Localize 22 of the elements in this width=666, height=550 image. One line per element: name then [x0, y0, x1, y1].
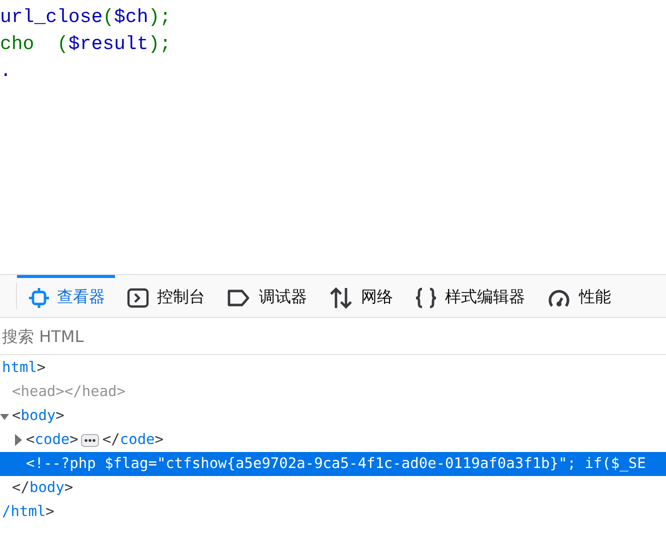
closing-tag: /html>: [2, 504, 54, 520]
closing-tag: </body>: [12, 480, 74, 496]
collapsed-arrow-icon[interactable]: [14, 434, 23, 446]
devtools-tab[interactable]: 性能: [535, 275, 621, 317]
tree-node[interactable]: <body>: [0, 404, 666, 428]
tree-node-comment[interactable]: <!--?php $flag="ctfshow{a5e9702a-9ca5-4f1c-ad0e-0119af0a3f1b}"; if($_SE: [0, 452, 666, 476]
code-line: .: [0, 59, 12, 84]
tree-node[interactable]: <code> </code>: [0, 428, 666, 452]
tag-icon: [227, 288, 251, 306]
ellipsis-icon[interactable]: [81, 434, 100, 446]
devtools-tab[interactable]: 控制台: [115, 275, 215, 317]
inspector-icon: [29, 288, 49, 308]
braces-icon: [415, 286, 437, 308]
devtools-tab[interactable]: 网络: [317, 275, 403, 317]
code-line: url_close($ch);: [0, 5, 172, 30]
expanded-arrow-icon[interactable]: [0, 412, 9, 420]
devtools-tab[interactable]: 样式编辑器: [403, 275, 535, 317]
up-down-arrows-icon: [329, 286, 353, 308]
tree-node[interactable]: html>: [0, 356, 666, 380]
devtools-tab[interactable]: 调试器: [215, 275, 317, 317]
console-icon: [127, 288, 149, 308]
code-line: cho ($result);: [0, 32, 172, 57]
